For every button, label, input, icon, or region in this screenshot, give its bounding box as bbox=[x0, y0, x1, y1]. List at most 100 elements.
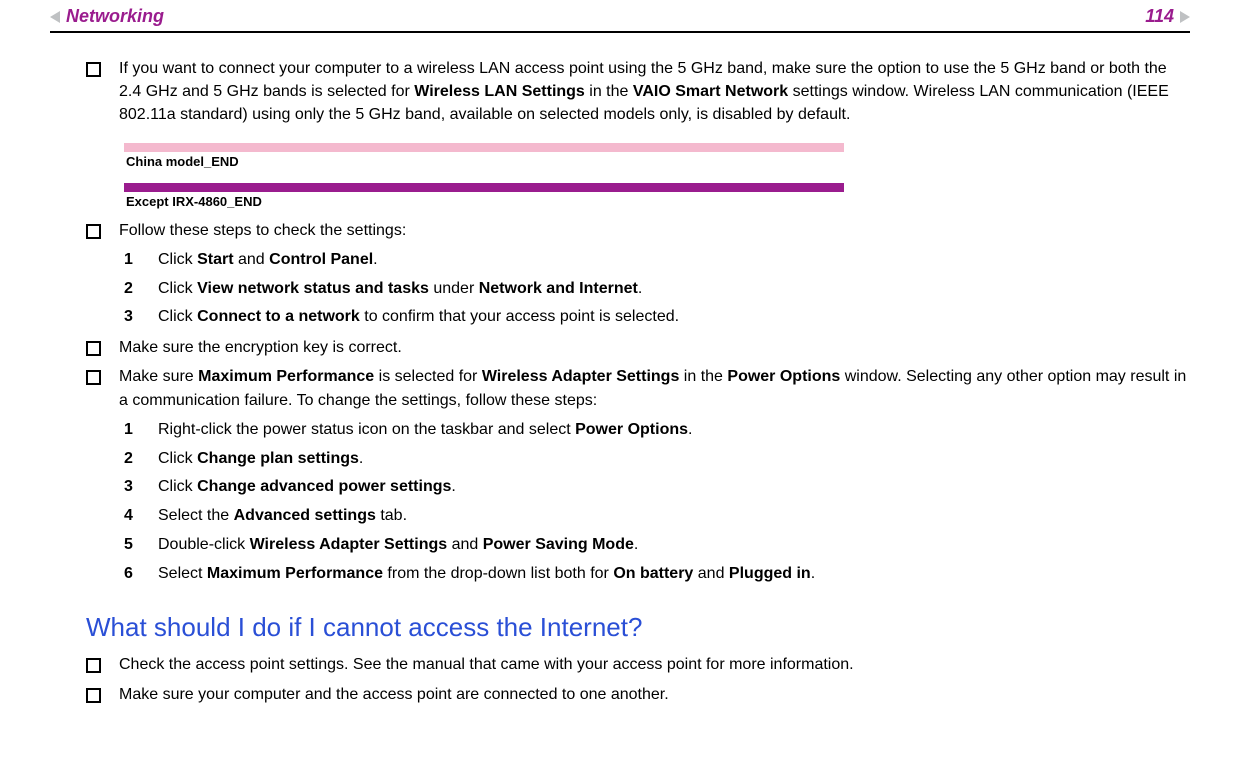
checkbox-icon bbox=[86, 658, 101, 673]
step-item: 5 Double-click Wireless Adapter Settings… bbox=[124, 533, 1190, 558]
bullet-text: Make sure the encryption key is correct. bbox=[119, 336, 1190, 359]
text: . bbox=[811, 565, 815, 582]
text: from the drop-down list both for bbox=[383, 565, 613, 582]
checkbox-icon bbox=[86, 341, 101, 356]
text: Select bbox=[158, 565, 207, 582]
step-item: 1 Click Start and Control Panel. bbox=[124, 248, 1190, 273]
header-right: 114 bbox=[1145, 6, 1190, 27]
bullet-text: Check the access point settings. See the… bbox=[119, 653, 1190, 676]
step-number: 3 bbox=[124, 475, 140, 500]
text: to confirm that your access point is sel… bbox=[360, 308, 679, 325]
checkbox-icon bbox=[86, 224, 101, 239]
text: Click bbox=[158, 280, 197, 297]
step-item: 2 Click Change plan settings. bbox=[124, 447, 1190, 472]
text: . bbox=[359, 450, 363, 467]
bullet-item: Check the access point settings. See the… bbox=[86, 653, 1190, 676]
text: Double-click bbox=[158, 536, 250, 553]
step-text: Click Connect to a network to confirm th… bbox=[158, 305, 679, 330]
text-bold: VAIO Smart Network bbox=[633, 83, 788, 100]
bullet-item: If you want to connect your computer to … bbox=[86, 57, 1190, 127]
text-bold: Power Options bbox=[727, 368, 840, 385]
bullet-text: Make sure your computer and the access p… bbox=[119, 683, 1190, 706]
step-item: 6 Select Maximum Performance from the dr… bbox=[124, 562, 1190, 587]
step-item: 1 Right-click the power status icon on t… bbox=[124, 418, 1190, 443]
model-tag-group: China model_END Except IRX-4860_END bbox=[124, 143, 1190, 209]
text-bold: On battery bbox=[613, 565, 693, 582]
model-tag-label: Except IRX-4860_END bbox=[126, 194, 1190, 209]
text-bold: Start bbox=[197, 251, 233, 268]
step-number: 6 bbox=[124, 562, 140, 587]
model-tag-label: China model_END bbox=[126, 154, 1190, 169]
step-text: Click View network status and tasks unde… bbox=[158, 277, 642, 302]
text-bold: Wireless LAN Settings bbox=[414, 83, 585, 100]
page-header: Networking 114 bbox=[50, 0, 1190, 33]
checkbox-icon bbox=[86, 688, 101, 703]
text: and bbox=[234, 251, 270, 268]
text-bold: Change plan settings bbox=[197, 450, 359, 467]
text-bold: Maximum Performance bbox=[198, 368, 374, 385]
text: and bbox=[447, 536, 483, 553]
text-bold: Maximum Performance bbox=[207, 565, 383, 582]
text-bold: Wireless Adapter Settings bbox=[250, 536, 448, 553]
bullet-item: Make sure the encryption key is correct. bbox=[86, 336, 1190, 359]
bullet-item: Follow these steps to check the settings… bbox=[86, 219, 1190, 242]
step-item: 3 Click Change advanced power settings. bbox=[124, 475, 1190, 500]
text-bold: Power Saving Mode bbox=[483, 536, 634, 553]
text: . bbox=[688, 421, 692, 438]
text-bold: Network and Internet bbox=[479, 280, 638, 297]
nav-next-icon[interactable] bbox=[1180, 11, 1190, 23]
bullet-item: Make sure your computer and the access p… bbox=[86, 683, 1190, 706]
step-text: Click Change plan settings. bbox=[158, 447, 363, 472]
step-number: 1 bbox=[124, 248, 140, 273]
text-bold: Advanced settings bbox=[234, 507, 376, 524]
step-number: 2 bbox=[124, 277, 140, 302]
step-item: 3 Click Connect to a network to confirm … bbox=[124, 305, 1190, 330]
bullet-text: Follow these steps to check the settings… bbox=[119, 219, 1190, 242]
text: Click bbox=[158, 450, 197, 467]
step-text: Click Start and Control Panel. bbox=[158, 248, 378, 273]
text: is selected for bbox=[374, 368, 482, 385]
page-number: 114 bbox=[1145, 6, 1174, 27]
pink-bar-icon bbox=[124, 143, 844, 152]
checkbox-icon bbox=[86, 62, 101, 77]
text: . bbox=[373, 251, 377, 268]
nav-prev-icon[interactable] bbox=[50, 11, 60, 23]
bullet-text: Make sure Maximum Performance is selecte… bbox=[119, 365, 1190, 411]
text-bold: Change advanced power settings bbox=[197, 478, 451, 495]
text: . bbox=[451, 478, 455, 495]
bullet-text: If you want to connect your computer to … bbox=[119, 57, 1190, 127]
checkbox-icon bbox=[86, 370, 101, 385]
text-bold: Power Options bbox=[575, 421, 688, 438]
step-number: 5 bbox=[124, 533, 140, 558]
step-number: 3 bbox=[124, 305, 140, 330]
text: Right-click the power status icon on the… bbox=[158, 421, 575, 438]
bullet-item: Make sure Maximum Performance is selecte… bbox=[86, 365, 1190, 411]
text: and bbox=[693, 565, 729, 582]
text: under bbox=[429, 280, 479, 297]
text: Click bbox=[158, 308, 197, 325]
text-bold: Wireless Adapter Settings bbox=[482, 368, 680, 385]
magenta-bar-icon bbox=[124, 183, 844, 192]
text: tab. bbox=[376, 507, 407, 524]
text-bold: View network status and tasks bbox=[197, 280, 429, 297]
step-text: Select Maximum Performance from the drop… bbox=[158, 562, 815, 587]
step-item: 2 Click View network status and tasks un… bbox=[124, 277, 1190, 302]
text-bold: Plugged in bbox=[729, 565, 811, 582]
text: Select the bbox=[158, 507, 234, 524]
step-text: Right-click the power status icon on the… bbox=[158, 418, 692, 443]
text: in the bbox=[585, 83, 633, 100]
step-text: Double-click Wireless Adapter Settings a… bbox=[158, 533, 638, 558]
step-number: 4 bbox=[124, 504, 140, 529]
step-number: 1 bbox=[124, 418, 140, 443]
text: . bbox=[634, 536, 638, 553]
section-heading: What should I do if I cannot access the … bbox=[86, 612, 1190, 643]
header-left: Networking bbox=[50, 6, 164, 27]
text: Click bbox=[158, 251, 197, 268]
step-text: Click Change advanced power settings. bbox=[158, 475, 456, 500]
step-text: Select the Advanced settings tab. bbox=[158, 504, 407, 529]
text-bold: Control Panel bbox=[269, 251, 373, 268]
text: Make sure bbox=[119, 368, 198, 385]
text-bold: Connect to a network bbox=[197, 308, 360, 325]
step-number: 2 bbox=[124, 447, 140, 472]
text: . bbox=[638, 280, 642, 297]
